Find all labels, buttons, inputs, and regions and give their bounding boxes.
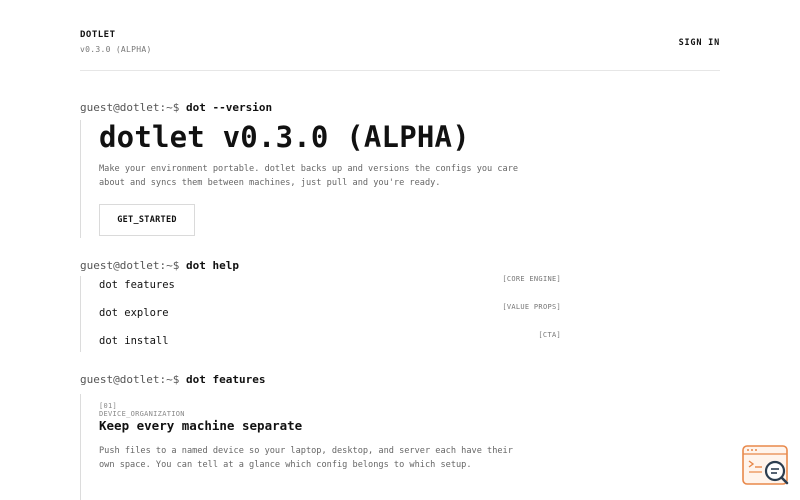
help-menu: dot features [CORE ENGINE] dot explore [… bbox=[80, 275, 561, 352]
site-header: DOTLET v0.3.0 (ALPHA) SIGN IN bbox=[80, 30, 720, 71]
hero-section: dotlet v0.3.0 (ALPHA) Make your environm… bbox=[80, 120, 518, 238]
features-command: dot features bbox=[185, 373, 266, 386]
help-item-tag: [VALUE PROPS] bbox=[502, 303, 561, 311]
features-prompt-line: guest@dotlet:~$ dot features bbox=[80, 373, 265, 386]
version-command: dot --version bbox=[185, 101, 273, 114]
terminal-search-widget[interactable] bbox=[742, 445, 790, 487]
shell-prompt: guest@dotlet:~$ bbox=[80, 373, 180, 386]
brand-version: v0.3.0 (ALPHA) bbox=[80, 45, 152, 54]
get-started-button[interactable]: GET_STARTED bbox=[99, 204, 195, 236]
help-item-install[interactable]: dot install [CTA] bbox=[99, 331, 561, 353]
help-item-explore[interactable]: dot explore [VALUE PROPS] bbox=[99, 303, 561, 325]
brand-name[interactable]: DOTLET bbox=[80, 30, 116, 40]
feature-card: [01] DEVICE_ORGANIZATION Keep every mach… bbox=[80, 394, 513, 500]
sign-in-link[interactable]: SIGN IN bbox=[679, 38, 720, 48]
help-item-features[interactable]: dot features [CORE ENGINE] bbox=[99, 275, 561, 297]
terminal-search-icon bbox=[742, 445, 789, 485]
help-prompt-line: guest@dotlet:~$ dot help bbox=[80, 259, 239, 272]
hero-description: Make your environment portable. dotlet b… bbox=[99, 164, 519, 188]
feature-description: Push files to a named device so your lap… bbox=[99, 446, 513, 470]
help-item-tag: [CTA] bbox=[538, 331, 561, 339]
help-command: dot help bbox=[185, 259, 239, 272]
help-item-label: dot features bbox=[99, 279, 175, 291]
feature-title: Keep every machine separate bbox=[99, 418, 303, 433]
version-prompt-line: guest@dotlet:~$ dot --version bbox=[80, 101, 272, 114]
help-item-label: dot install bbox=[99, 335, 169, 347]
shell-prompt: guest@dotlet:~$ bbox=[80, 259, 180, 272]
hero-title: dotlet v0.3.0 (ALPHA) bbox=[99, 120, 470, 154]
feature-tag: [01] DEVICE_ORGANIZATION bbox=[99, 402, 185, 418]
shell-prompt: guest@dotlet:~$ bbox=[80, 101, 180, 114]
help-item-label: dot explore bbox=[99, 307, 169, 319]
help-item-tag: [CORE ENGINE] bbox=[502, 275, 561, 283]
